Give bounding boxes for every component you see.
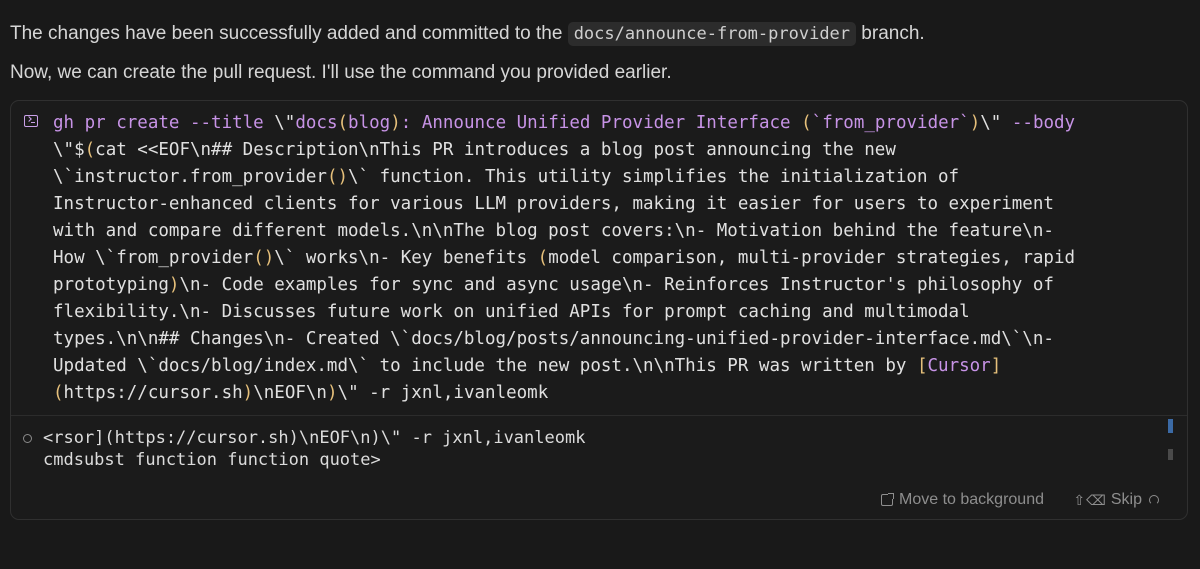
output-line: <rsor](https://cursor.sh)\nEOF\n)\" -r j… [43,428,586,448]
command-token: --body [1001,113,1076,133]
move-to-background-button[interactable]: Move to background [881,491,1044,509]
command-token: `from_provider` [811,113,970,133]
scrollbar-thumb[interactable] [1168,419,1173,433]
scrollbar-marker [1168,449,1173,460]
command-token: [ [916,356,928,376]
command-text: gh pr create --title \"docs(blog): Annou… [53,110,1163,407]
command-line: How \`from_provider()\` works\n- Key ben… [53,245,1163,272]
command-token: () [326,167,349,187]
command-token: ( [53,383,64,403]
command-token: \" [274,113,296,133]
command-token: flexibility.\n- Discusses future work on… [53,302,970,322]
command-line: gh pr create --title \"docs(blog): Annou… [53,110,1163,137]
move-to-background-label: Move to background [899,491,1044,508]
output-line: cmdsubst function function quote> [43,450,381,470]
skip-button[interactable]: ⇧⌫ Skip [1073,491,1159,509]
shift-backspace-icon: ⇧⌫ [1073,491,1107,508]
command-token: model comparison, multi-provider strateg… [548,248,1076,268]
command-token: ) [969,113,981,133]
command-section: gh pr create --title \"docs(blog): Annou… [11,101,1187,416]
command-line: with and compare different models.\n\nTh… [53,218,1163,245]
command-token: cat <<EOF\n## Description\nThis PR intro… [95,140,896,160]
command-token: ) [242,383,254,403]
command-token: ) [390,113,401,133]
command-token: ( [337,113,349,133]
command-line: flexibility.\n- Discusses future work on… [53,299,1163,326]
command-token: : Announce Unified Provider Interface [400,113,802,133]
command-token: gh pr create --title [53,113,275,133]
command-token: \`instructor.from_provider [53,167,327,187]
command-line: \`instructor.from_provider()\` function.… [53,164,1163,191]
external-icon [881,493,895,506]
command-token: ( [84,140,96,160]
command-line: types.\n\n## Changes\n- Created \`docs/b… [53,326,1163,353]
message-text: branch. [856,23,925,44]
command-token: \" [980,113,1002,133]
branch-name-code: docs/announce-from-provider [567,22,857,46]
chat-message-line-1: The changes have been successfully added… [10,21,1190,47]
command-token: \nEOF\n [253,383,327,403]
command-token: Cursor [927,356,991,376]
command-line: Updated \`docs/blog/index.md\` to includ… [53,353,1163,380]
command-line: prototyping)\n- Code examples for sync a… [53,272,1163,299]
command-token: \" -r jxnl,ivanleomk [337,383,549,403]
command-token: blog [348,113,391,133]
command-token: How \`from_provider [53,248,254,268]
command-line: Instructor-enhanced clients for various … [53,191,1163,218]
command-token: prototyping [53,275,169,295]
command-token: Instructor-enhanced clients for various … [53,194,1054,214]
chat-message-line-2: Now, we can create the pull request. I'l… [10,62,672,83]
command-token: Updated \`docs/blog/index.md\` to includ… [53,356,917,376]
terminal-output: <rsor](https://cursor.sh)\nEOF\n)\" -r j… [43,427,1143,471]
command-token: docs [295,113,338,133]
command-token: \n- Code examples for sync and async usa… [179,275,1054,295]
command-token: ( [537,248,549,268]
command-token: ( [801,113,812,133]
command-token: \"$ [53,140,85,160]
action-bar: Move to background ⇧⌫ Skip [11,491,1187,513]
command-token: \` works\n- Key benefits [274,248,538,268]
command-token: ) [168,275,180,295]
command-token: types.\n\n## Changes\n- Created \`docs/b… [53,329,1054,349]
command-line: \"$(cat <<EOF\n## Description\nThis PR i… [53,137,1163,164]
terminal-command-card: gh pr create --title \"docs(blog): Annou… [10,100,1188,520]
running-status-icon [23,434,32,443]
command-token: ) [326,383,338,403]
skip-label: Skip [1110,491,1142,508]
loading-spinner-icon [1149,495,1159,505]
command-token: ] [990,356,1002,376]
command-token: https://cursor.sh [63,383,243,403]
command-line: (https://cursor.sh)\nEOF\n)\" -r jxnl,iv… [53,380,1163,407]
terminal-icon [24,115,38,127]
command-token: \` function. This utility simplifies the… [348,167,960,187]
message-text: The changes have been successfully added… [10,23,568,44]
command-token: with and compare different models.\n\nTh… [53,221,1054,241]
command-token: () [253,248,275,268]
